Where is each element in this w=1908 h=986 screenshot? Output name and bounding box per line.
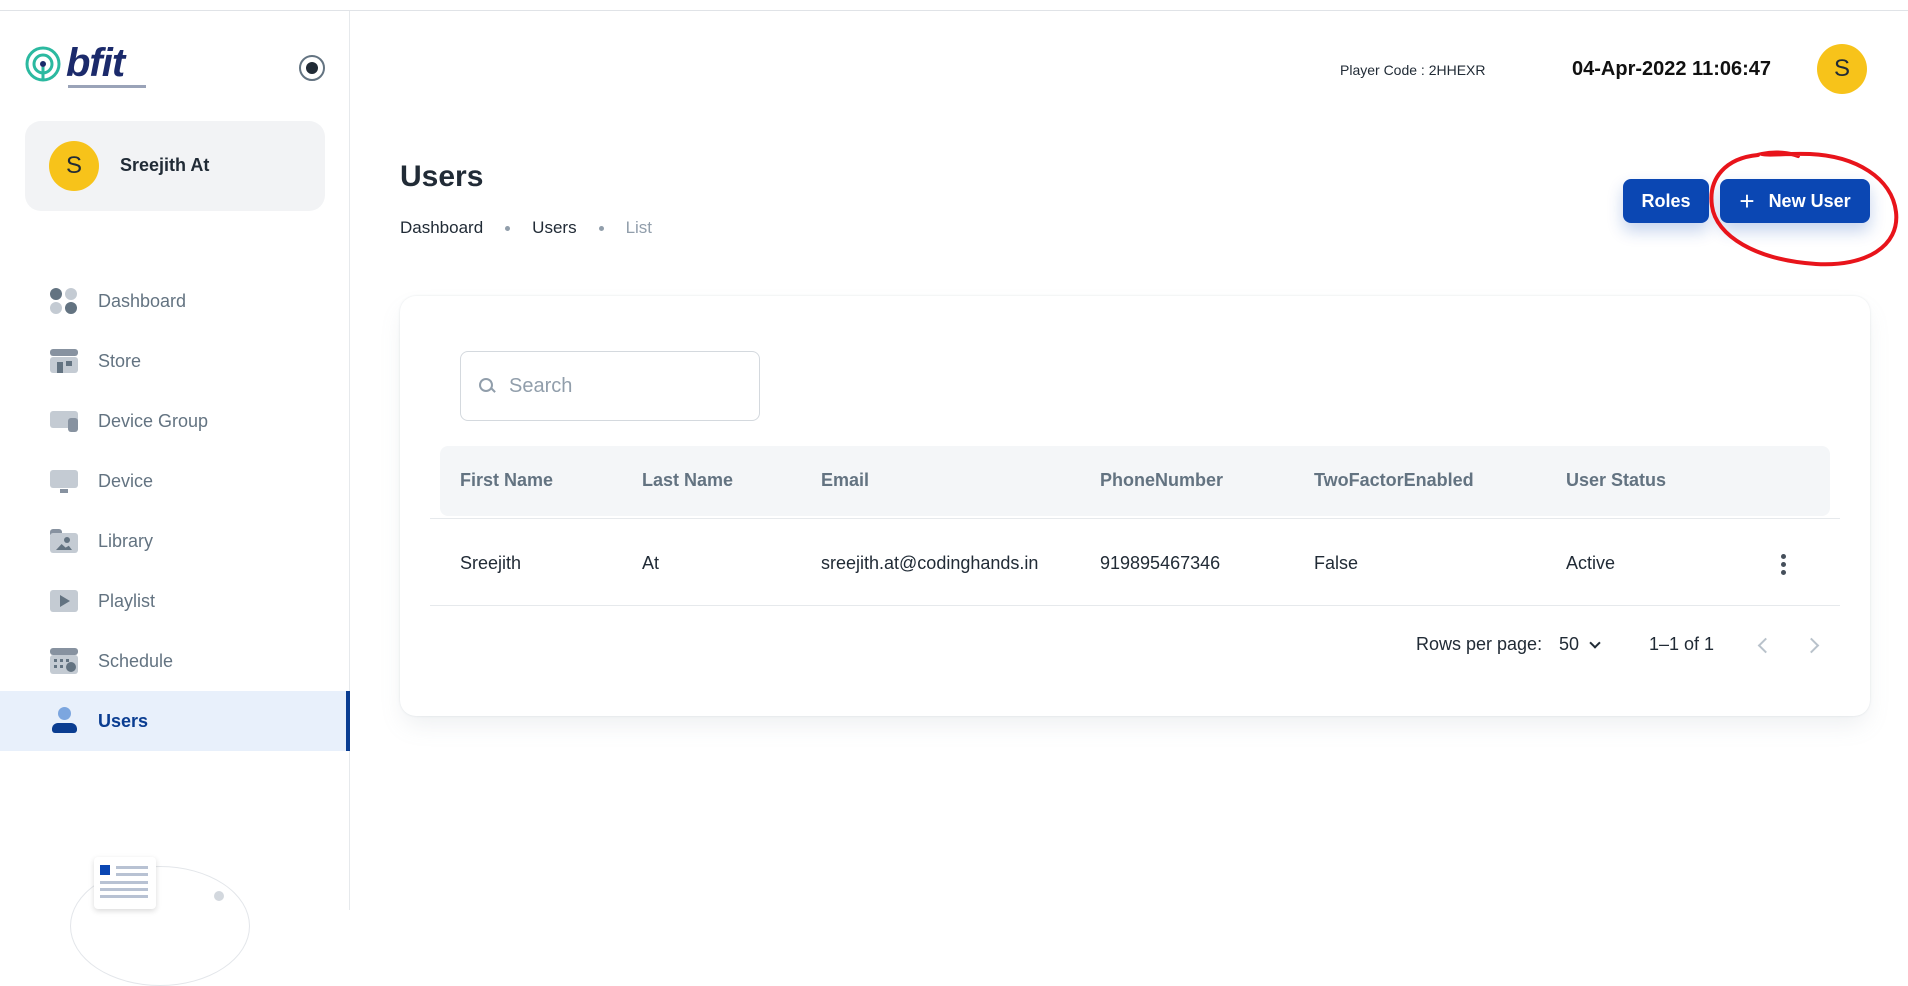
sidebar-illustration bbox=[70, 831, 250, 986]
breadcrumb-users[interactable]: Users bbox=[532, 218, 576, 238]
roles-button[interactable]: Roles bbox=[1623, 179, 1709, 223]
player-code: Player Code : 2HHEXR bbox=[1340, 62, 1486, 78]
users-card: First Name Last Name Email PhoneNumber T… bbox=[400, 296, 1870, 716]
account-name: Sreejith At bbox=[120, 155, 210, 175]
logo-text: bfit bbox=[66, 41, 125, 85]
logo-tagline bbox=[68, 85, 146, 88]
rows-per-page-label: Rows per page: bbox=[1416, 634, 1543, 654]
cell-phone-number: 919895467346 bbox=[1100, 553, 1221, 573]
rows-per-page-value: 50 bbox=[1559, 634, 1580, 654]
sidebar-collapse-toggle[interactable] bbox=[299, 55, 325, 81]
sidebar-item-label: Dashboard bbox=[98, 290, 187, 311]
search-field[interactable] bbox=[460, 351, 760, 421]
schedule-icon bbox=[50, 647, 78, 675]
plus-icon: + bbox=[1739, 186, 1755, 216]
breadcrumb: Dashboard Users List bbox=[400, 218, 652, 238]
search-input[interactable] bbox=[509, 374, 729, 398]
logo-mark-icon bbox=[25, 46, 61, 82]
breadcrumb-separator bbox=[598, 225, 604, 231]
library-icon bbox=[50, 527, 78, 555]
cell-email: sreejith.at@codinghands.in bbox=[821, 553, 1039, 573]
sidebar-item-label: Playlist bbox=[98, 590, 156, 611]
sidebar-item-label: Users bbox=[98, 710, 149, 731]
sidebar-item-schedule[interactable]: Schedule bbox=[0, 631, 350, 691]
table-row[interactable]: Sreejith At sreejith.at@codinghands.in 9… bbox=[430, 518, 1840, 606]
sidebar-item-users[interactable]: Users bbox=[0, 691, 350, 751]
table-header: First Name Last Name Email PhoneNumber T… bbox=[440, 446, 1830, 516]
column-two-factor-enabled[interactable]: TwoFactorEnabled bbox=[1314, 470, 1474, 491]
sidebar-item-library[interactable]: Library bbox=[0, 511, 350, 571]
previous-page-button[interactable] bbox=[1752, 634, 1776, 658]
search-icon bbox=[479, 378, 495, 394]
column-email[interactable]: Email bbox=[821, 470, 869, 491]
breadcrumb-list: List bbox=[625, 218, 653, 237]
more-options-icon[interactable] bbox=[1773, 551, 1793, 577]
breadcrumb-dashboard[interactable]: Dashboard bbox=[400, 218, 483, 238]
sidebar-item-label: Schedule bbox=[98, 650, 174, 671]
column-phone-number[interactable]: PhoneNumber bbox=[1100, 470, 1223, 491]
sidebar-item-playlist[interactable]: Playlist bbox=[0, 571, 350, 631]
device-group-icon bbox=[50, 407, 78, 435]
window-top-border bbox=[0, 0, 1908, 11]
sidebar-item-label: Store bbox=[98, 350, 142, 371]
sidebar-item-device[interactable]: Device bbox=[0, 451, 350, 511]
column-user-status[interactable]: User Status bbox=[1566, 470, 1666, 491]
next-page-button[interactable] bbox=[1802, 634, 1826, 658]
page-title: Users bbox=[400, 160, 484, 193]
header-avatar[interactable]: S bbox=[1817, 44, 1867, 94]
device-icon bbox=[50, 467, 78, 495]
playlist-icon bbox=[50, 587, 78, 615]
chevron-down-icon bbox=[1589, 637, 1601, 649]
column-last-name[interactable]: Last Name bbox=[642, 470, 733, 491]
pagination-range: 1–1 of 1 bbox=[1649, 634, 1715, 654]
sidebar-item-label: Device bbox=[98, 470, 154, 491]
new-user-button[interactable]: + New User bbox=[1720, 179, 1870, 223]
cell-user-status: Active bbox=[1566, 553, 1616, 573]
rows-per-page-select[interactable]: 50 bbox=[1559, 634, 1601, 655]
column-first-name[interactable]: First Name bbox=[460, 470, 553, 491]
sidebar-nav: Dashboard Store Device Group Device Libr… bbox=[0, 271, 350, 751]
sidebar-item-label: Device Group bbox=[98, 410, 209, 431]
dashboard-icon bbox=[50, 287, 78, 315]
sidebar-item-device-group[interactable]: Device Group bbox=[0, 391, 350, 451]
store-icon bbox=[50, 347, 78, 375]
breadcrumb-separator bbox=[505, 225, 511, 231]
cell-first-name: Sreejith bbox=[460, 553, 522, 573]
bfit-logo[interactable]: bfit bbox=[24, 41, 154, 97]
sidebar-item-store[interactable]: Store bbox=[0, 331, 350, 391]
account-card[interactable]: S Sreejith At bbox=[25, 121, 325, 211]
new-user-label: New User bbox=[1768, 190, 1851, 211]
sidebar-item-dashboard[interactable]: Dashboard bbox=[0, 271, 350, 331]
cell-last-name: At bbox=[642, 553, 660, 573]
current-datetime: 04-Apr-2022 11:06:47 bbox=[1572, 58, 1772, 80]
sidebar: bfit S Sreejith At Dashboard Store Devic… bbox=[0, 11, 350, 986]
cell-two-factor-enabled: False bbox=[1314, 553, 1359, 573]
account-avatar: S bbox=[49, 141, 99, 191]
sidebar-item-label: Library bbox=[98, 530, 154, 551]
user-icon bbox=[50, 707, 78, 735]
